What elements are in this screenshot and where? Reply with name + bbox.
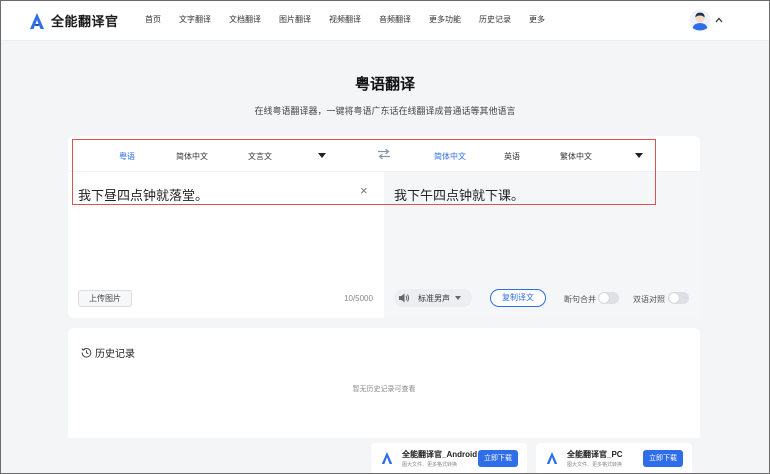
avatar-icon[interactable]	[689, 9, 711, 31]
nav-text-translate[interactable]: 文字翻译	[179, 14, 211, 25]
target-lang-traditional-chinese[interactable]: 繁体中文	[560, 151, 592, 162]
nav-home[interactable]: 首页	[145, 14, 161, 25]
nav-document-translate[interactable]: 文档翻译	[229, 14, 261, 25]
history-icon	[81, 347, 92, 358]
download-pc-button[interactable]: 立即下载	[643, 450, 683, 467]
swap-icon[interactable]	[377, 148, 391, 160]
download-desc: 图大文件、更多格式转换	[402, 462, 458, 468]
copy-translation-button[interactable]: 复制译文	[490, 289, 546, 307]
nav-image-translate[interactable]: 图片翻译	[279, 14, 311, 25]
target-lang-simplified-chinese[interactable]: 简体中文	[434, 151, 466, 162]
target-lang-english[interactable]: 英语	[504, 151, 520, 162]
app-logo[interactable]: 全能翻译官	[29, 11, 119, 30]
source-lang-cantonese[interactable]: 粤语	[119, 151, 135, 162]
download-name: 全能翻译官_Android	[402, 450, 478, 459]
voice-dropdown-icon	[455, 296, 461, 300]
source-text-input[interactable]: 我下昼四点钟就落堂。	[78, 185, 208, 204]
page-subtitle: 在线粤语翻译器，一键将粤语广东话在线翻译成普通话等其他语言	[254, 106, 516, 116]
upload-image-button[interactable]: 上传图片	[78, 290, 132, 307]
logo-icon	[381, 452, 393, 464]
history-header: 历史记录	[81, 345, 135, 360]
top-navbar: 全能翻译官 首页 文字翻译 文档翻译 图片翻译 视频翻译 音频翻译 更多功能 历…	[1, 1, 769, 41]
page-title: 粤语翻译	[354, 76, 415, 93]
chevron-up-icon[interactable]	[715, 17, 723, 23]
nav-video-translate[interactable]: 视频翻译	[329, 14, 361, 25]
download-desc: 图大文件、更多格式转换	[567, 462, 623, 468]
nav-audio-translate[interactable]: 音频翻译	[379, 14, 411, 25]
nav-more-features[interactable]: 更多功能	[429, 14, 461, 25]
language-bar: 粤语 简体中文 文言文 简体中文 英语 繁体中文	[68, 136, 700, 172]
clear-icon[interactable]: ×	[360, 183, 368, 198]
source-lang-simplified-chinese[interactable]: 简体中文	[176, 151, 208, 162]
voice-label: 标准男声	[418, 293, 450, 303]
translation-output: 我下午四点钟就下课。	[394, 188, 525, 203]
source-lang-classical-chinese[interactable]: 文言文	[248, 151, 272, 162]
history-title: 历史记录	[95, 349, 135, 360]
target-lang-dropdown-icon[interactable]	[635, 153, 643, 158]
logo-icon	[30, 12, 44, 29]
user-menu[interactable]	[689, 9, 723, 31]
download-card-pc: 全能翻译官_PC 图大文件、更多格式转换 立即下载	[536, 443, 692, 474]
char-counter: 10/5000	[344, 294, 373, 303]
download-name: 全能翻译官_PC	[567, 450, 623, 459]
history-empty-text: 暂无历史记录可查看	[352, 386, 416, 393]
speaker-icon[interactable]	[398, 292, 410, 304]
download-android-button[interactable]: 立即下载	[478, 450, 518, 467]
logo-icon	[546, 452, 558, 464]
app-name: 全能翻译官	[51, 14, 119, 29]
download-card-android: 全能翻译官_Android 图大文件、更多格式转换 立即下载	[371, 443, 527, 474]
translator-card: 粤语 简体中文 文言文 简体中文 英语 繁体中文 我下昼四点钟就落堂。 × 我下…	[68, 136, 700, 318]
nav-history[interactable]: 历史记录	[479, 14, 511, 25]
voice-select[interactable]: 标准男声	[394, 289, 472, 307]
bilingual-compare-label: 双语对照	[633, 295, 665, 304]
nav-more[interactable]: 更多	[529, 14, 545, 25]
bilingual-compare-toggle[interactable]	[668, 292, 689, 304]
split-merge-toggle[interactable]	[598, 292, 619, 304]
main-nav: 首页 文字翻译 文档翻译 图片翻译 视频翻译 音频翻译 更多功能 历史记录 更多	[145, 14, 563, 25]
split-merge-label: 断句合并	[564, 295, 596, 304]
source-lang-dropdown-icon[interactable]	[318, 153, 326, 158]
